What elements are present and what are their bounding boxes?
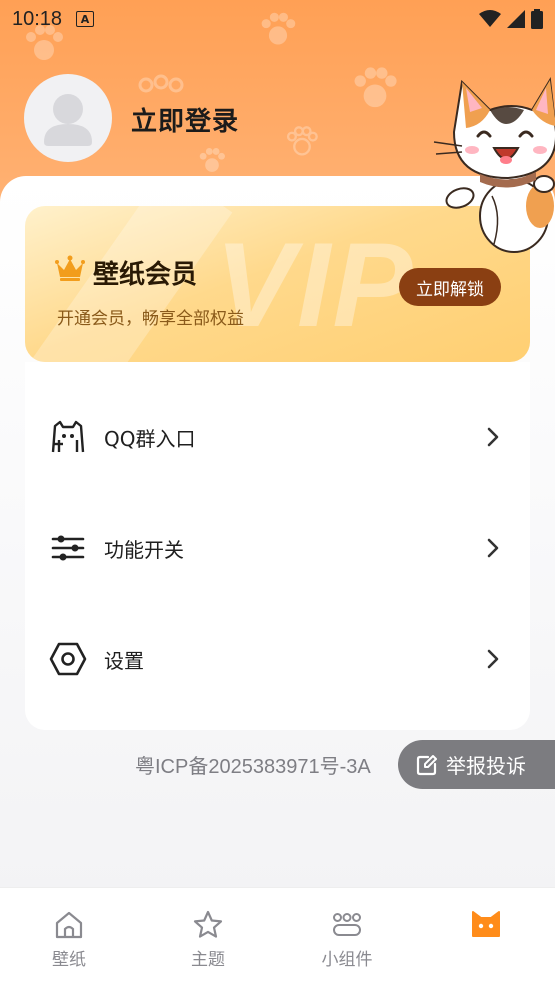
notification-icon: A	[76, 11, 95, 27]
signal-icon	[507, 10, 525, 28]
menu-item-label: 设置	[104, 648, 144, 673]
report-button-label: 举报投诉	[446, 754, 526, 778]
paw-print-decoration	[286, 126, 318, 156]
cat-face-icon	[472, 911, 500, 937]
user-placeholder-icon	[44, 94, 92, 146]
status-time: 10:18	[12, 7, 63, 30]
vip-title: 壁纸会员	[93, 260, 198, 290]
wifi-icon	[479, 10, 501, 27]
menu-item-label: 功能开关	[104, 537, 184, 562]
settings-hex-icon	[49, 640, 87, 678]
status-icons	[479, 9, 543, 29]
qq-group-icon	[49, 418, 87, 456]
report-button[interactable]: 举报投诉	[398, 740, 555, 789]
tab-theme[interactable]: 主题	[139, 888, 277, 986]
sliders-icon	[49, 529, 87, 567]
tab-widgets[interactable]: 小组件	[278, 888, 416, 986]
star-icon	[193, 910, 223, 938]
avatar[interactable]	[24, 74, 112, 162]
unlock-vip-button[interactable]: 立即解锁	[399, 268, 501, 306]
chevron-right-icon	[487, 538, 499, 558]
chevron-right-icon	[487, 427, 499, 447]
edit-icon	[416, 754, 437, 775]
cat-mascot-illustration	[433, 76, 555, 253]
tab-label: 壁纸	[52, 950, 86, 970]
battery-icon	[531, 9, 543, 29]
bottom-tab-bar: 壁纸 主题 小组件	[0, 887, 555, 986]
paw-print-decoration	[138, 74, 184, 93]
icp-license-text[interactable]: 粤ICP备2025383971号-3A	[135, 750, 415, 779]
paw-print-decoration	[199, 148, 225, 172]
crown-icon	[55, 255, 85, 281]
tab-label: 主题	[191, 950, 225, 970]
paw-print-decoration	[354, 67, 397, 108]
home-icon	[55, 911, 83, 939]
vip-subtitle: 开通会员，畅享全部权益	[57, 309, 244, 329]
login-link[interactable]: 立即登录	[131, 101, 239, 138]
status-bar: 10:18 A	[0, 0, 555, 38]
vip-watermark: VIP	[215, 218, 415, 352]
menu-item-label: QQ群入口	[104, 426, 196, 451]
tab-wallpaper[interactable]: 壁纸	[0, 888, 138, 986]
tab-label: 小组件	[321, 950, 373, 970]
menu-item-feature-switch[interactable]: 功能开关	[25, 508, 530, 588]
tab-mine[interactable]	[417, 888, 555, 986]
menu-item-qq-group[interactable]: QQ群入口	[25, 397, 530, 477]
chevron-right-icon	[487, 649, 499, 669]
widgets-icon	[333, 913, 361, 936]
menu-item-settings[interactable]: 设置	[25, 619, 530, 699]
menu-card: QQ群入口 功能开关 设置	[25, 362, 530, 730]
